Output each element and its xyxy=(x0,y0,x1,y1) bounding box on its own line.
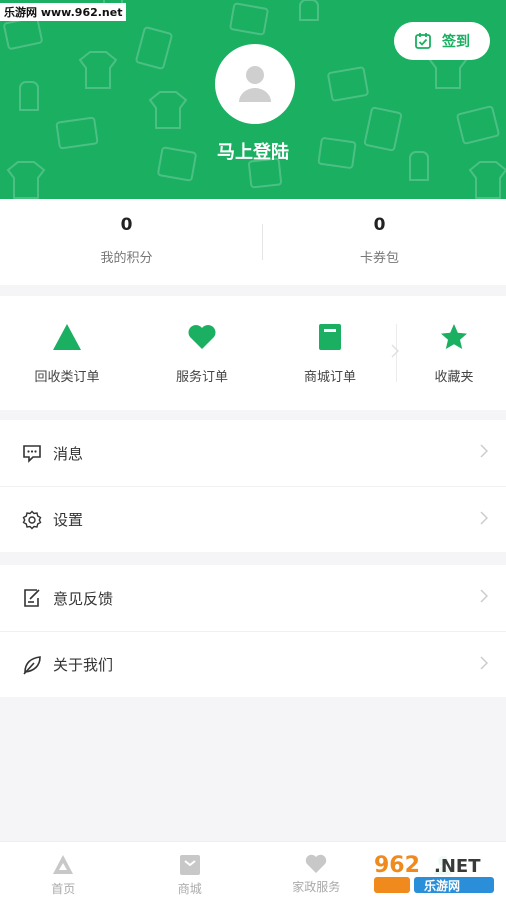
stat-coupons[interactable]: 0 卡券包 xyxy=(253,199,506,285)
user-icon xyxy=(239,66,271,102)
logo-962: 962 xyxy=(374,853,420,878)
triangle-icon xyxy=(53,324,81,350)
order-shop[interactable]: 商城订单 xyxy=(270,296,390,410)
menu-item-messages-label: 消息 xyxy=(53,444,84,463)
orders-section: 回收类订单 服务订单 商城订单 收藏夹 xyxy=(0,296,506,410)
tab-home-label: 首页 xyxy=(51,882,76,896)
order-service-label: 服务订单 xyxy=(175,370,228,385)
points-value: 0 xyxy=(120,215,133,235)
menu-group-1: 消息 设置 xyxy=(0,420,506,552)
order-shop-label: 商城订单 xyxy=(303,370,356,385)
home-icon xyxy=(53,855,74,874)
logo-net: .NET xyxy=(434,856,481,877)
feedback-icon xyxy=(24,589,40,607)
stat-points[interactable]: 0 我的积分 xyxy=(0,199,253,285)
coupons-value: 0 xyxy=(373,215,386,235)
chevron-right-icon xyxy=(480,444,488,458)
chevron-right-icon xyxy=(480,656,488,670)
shop-icon xyxy=(179,855,200,875)
menu-item-about-label: 关于我们 xyxy=(53,656,114,674)
stats-bar: 0 我的积分 0 卡券包 xyxy=(0,199,506,285)
chevron-right-icon xyxy=(480,511,488,525)
heart-icon xyxy=(306,854,327,873)
menu-item-feedback[interactable]: 意见反馈 xyxy=(0,565,506,631)
stats-divider xyxy=(262,224,263,260)
points-label: 我的积分 xyxy=(100,251,153,266)
menu-item-about[interactable]: 关于我们 xyxy=(0,631,506,697)
menu-item-settings[interactable]: 设置 xyxy=(0,486,506,552)
checkin-label: 签到 xyxy=(442,34,470,50)
calendar-check-icon xyxy=(415,33,431,49)
tab-home-service[interactable]: 家政服务 xyxy=(253,842,380,900)
order-service[interactable]: 服务订单 xyxy=(142,296,262,410)
menu-item-messages[interactable]: 消息 xyxy=(0,420,506,486)
order-recycle[interactable]: 回收类订单 xyxy=(7,296,127,410)
tab-home[interactable]: 首页 xyxy=(0,842,127,900)
coupons-label: 卡券包 xyxy=(359,251,399,266)
menu-item-feedback-label: 意见反馈 xyxy=(53,589,114,608)
tab-home-service-label: 家政服务 xyxy=(292,880,341,894)
book-icon xyxy=(319,324,341,350)
chevron-right-icon xyxy=(391,344,399,358)
tab-shop-label: 商城 xyxy=(177,882,202,896)
order-favorites[interactable]: 收藏夹 xyxy=(394,296,506,410)
profile-header: 乐游网 www.962.net 签到 马上登陆 xyxy=(0,0,506,199)
avatar[interactable] xyxy=(215,44,295,124)
logo-cn: 乐游网 xyxy=(424,878,460,893)
order-recycle-label: 回收类订单 xyxy=(34,370,100,385)
menu-item-settings-label: 设置 xyxy=(53,511,84,529)
962-logo-watermark: 962 .NET 乐游网 xyxy=(368,848,502,896)
message-icon xyxy=(23,445,41,463)
menu-group-2: 意见反馈 关于我们 xyxy=(0,565,506,697)
heart-icon xyxy=(188,325,216,349)
login-link[interactable]: 马上登陆 xyxy=(0,138,506,164)
settings-icon xyxy=(22,510,42,529)
tab-shop[interactable]: 商城 xyxy=(127,842,254,900)
checkin-button[interactable]: 签到 xyxy=(394,22,490,60)
order-favorites-label: 收藏夹 xyxy=(434,370,474,385)
chevron-right-icon xyxy=(480,589,488,603)
watermark-text: 乐游网 www.962.net xyxy=(0,3,127,21)
leaf-icon xyxy=(23,655,41,675)
star-icon xyxy=(441,324,467,349)
